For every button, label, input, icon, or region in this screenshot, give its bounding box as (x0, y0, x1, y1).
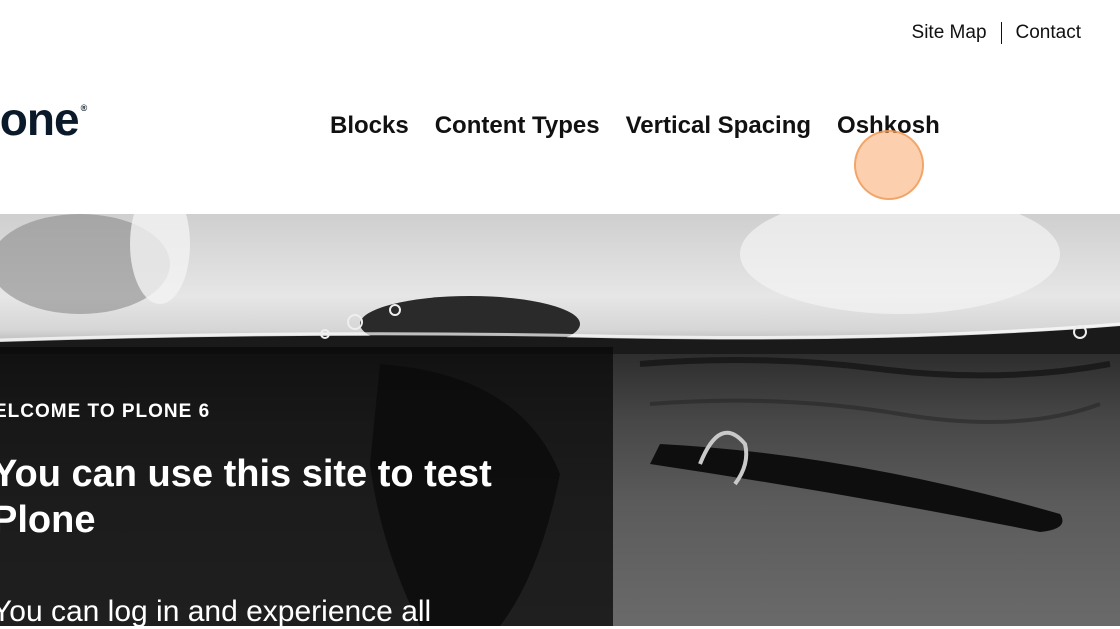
hero-subtext: You can log in and experience all (0, 595, 432, 628)
hero-text-panel: ELCOME TO PLONE 6 You can use this site … (0, 347, 613, 628)
link-divider (1000, 22, 1002, 44)
nav-item-blocks[interactable]: Blocks (330, 112, 409, 140)
top-utility-links: Site Map Contact (912, 22, 1081, 44)
logo-registered-mark: ® (80, 103, 88, 113)
nav-item-vertical-spacing[interactable]: Vertical Spacing (626, 112, 811, 140)
hero-kicker: ELCOME TO PLONE 6 (0, 401, 211, 422)
logo-text: lone (0, 93, 80, 145)
contact-link[interactable]: Contact (1016, 22, 1081, 44)
nav-item-content-types[interactable]: Content Types (435, 112, 600, 140)
site-map-link[interactable]: Site Map (912, 22, 987, 44)
site-logo[interactable]: lone® (0, 93, 88, 145)
main-navigation: Blocks Content Types Vertical Spacing Os… (330, 112, 940, 140)
hero-headline: You can use this site to test Plone (0, 453, 492, 541)
cursor-highlight (854, 130, 924, 200)
